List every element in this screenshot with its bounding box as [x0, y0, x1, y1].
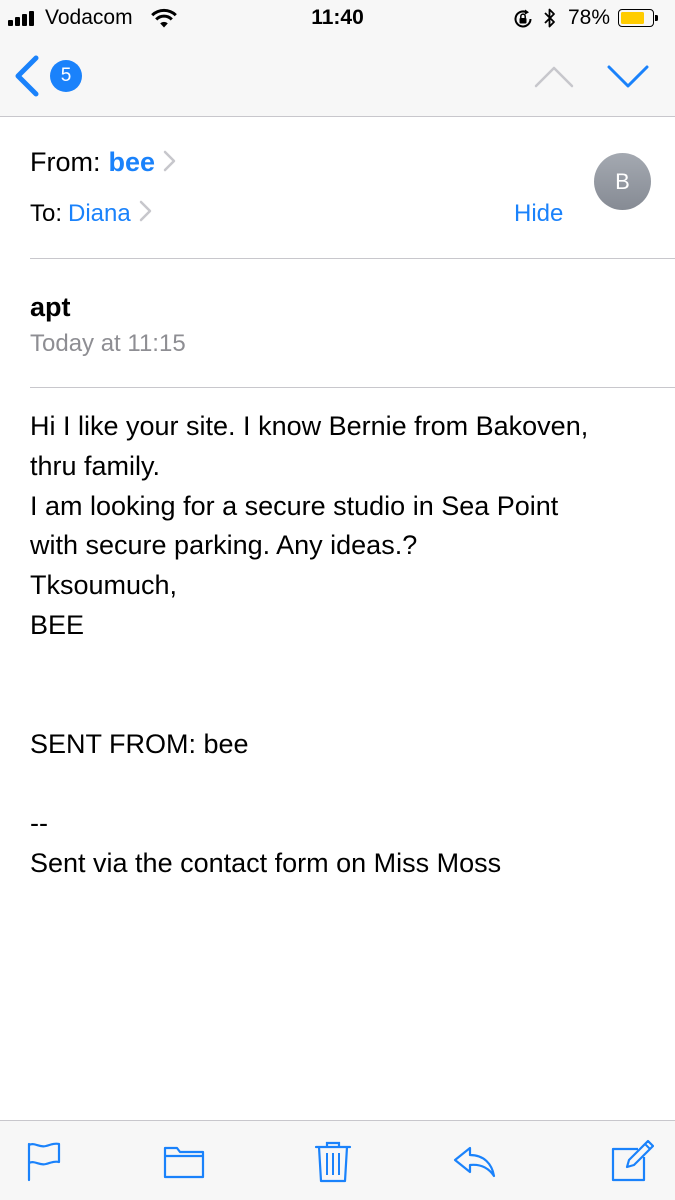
avatar[interactable]: B: [594, 153, 651, 210]
body-line: I am looking for a secure studio in Sea …: [30, 491, 559, 521]
body-line: Tksoumuch,: [30, 570, 178, 600]
body-line: Hi I like your site. I know Bernie from …: [30, 411, 589, 441]
hide-details-button[interactable]: Hide: [514, 198, 563, 230]
folder-icon: [163, 1146, 205, 1179]
move-to-folder-button[interactable]: [162, 1139, 206, 1183]
sender-name-link[interactable]: bee: [109, 147, 156, 177]
message-date: Today at 11:15: [30, 330, 186, 357]
chevron-up-icon[interactable]: [532, 60, 576, 92]
body-line: SENT FROM: bee: [30, 729, 249, 759]
body-line: --: [30, 808, 48, 838]
divider: [30, 258, 675, 259]
top-bar: Vodacom 11:40 78% 5: [0, 0, 675, 117]
chevron-right-icon: [163, 150, 176, 172]
chevron-right-icon: [139, 200, 151, 222]
trash-button[interactable]: [311, 1139, 355, 1183]
recipient-name-link[interactable]: Diana: [68, 200, 131, 227]
reply-button[interactable]: [452, 1139, 496, 1183]
compose-icon: [611, 1139, 654, 1182]
chevron-down-icon[interactable]: [604, 60, 652, 92]
chevron-left-icon: [15, 55, 39, 97]
body-line: Sent via the contact form on Miss Moss: [30, 848, 502, 878]
to-label: To:: [30, 200, 63, 227]
compose-button[interactable]: [610, 1139, 654, 1183]
body-line: BEE: [30, 610, 85, 640]
from-row: From: bee: [30, 145, 176, 179]
battery-percent: 78%: [568, 6, 611, 29]
trash-icon: [314, 1141, 352, 1183]
bluetooth-icon: [544, 8, 555, 28]
body-line: thru family.: [30, 451, 161, 481]
bottom-toolbar: [0, 1120, 675, 1200]
message-subject: apt: [30, 292, 71, 322]
unread-count-badge: 5: [50, 60, 82, 92]
status-bar: Vodacom 11:40 78%: [0, 0, 675, 38]
to-row: To: Diana: [30, 198, 152, 230]
flag-button[interactable]: [22, 1139, 66, 1183]
battery-icon: [618, 9, 658, 27]
reply-icon: [453, 1146, 496, 1178]
divider: [30, 387, 675, 388]
mail-message-screen: Vodacom 11:40 78% 5 From: bee To: Diana …: [0, 0, 675, 1200]
from-label: From:: [30, 147, 101, 177]
back-button[interactable]: 5: [12, 52, 92, 102]
flag-icon: [27, 1142, 61, 1182]
body-line: with secure parking. Any ideas.?: [30, 530, 418, 560]
rotation-lock-icon: [514, 9, 532, 28]
